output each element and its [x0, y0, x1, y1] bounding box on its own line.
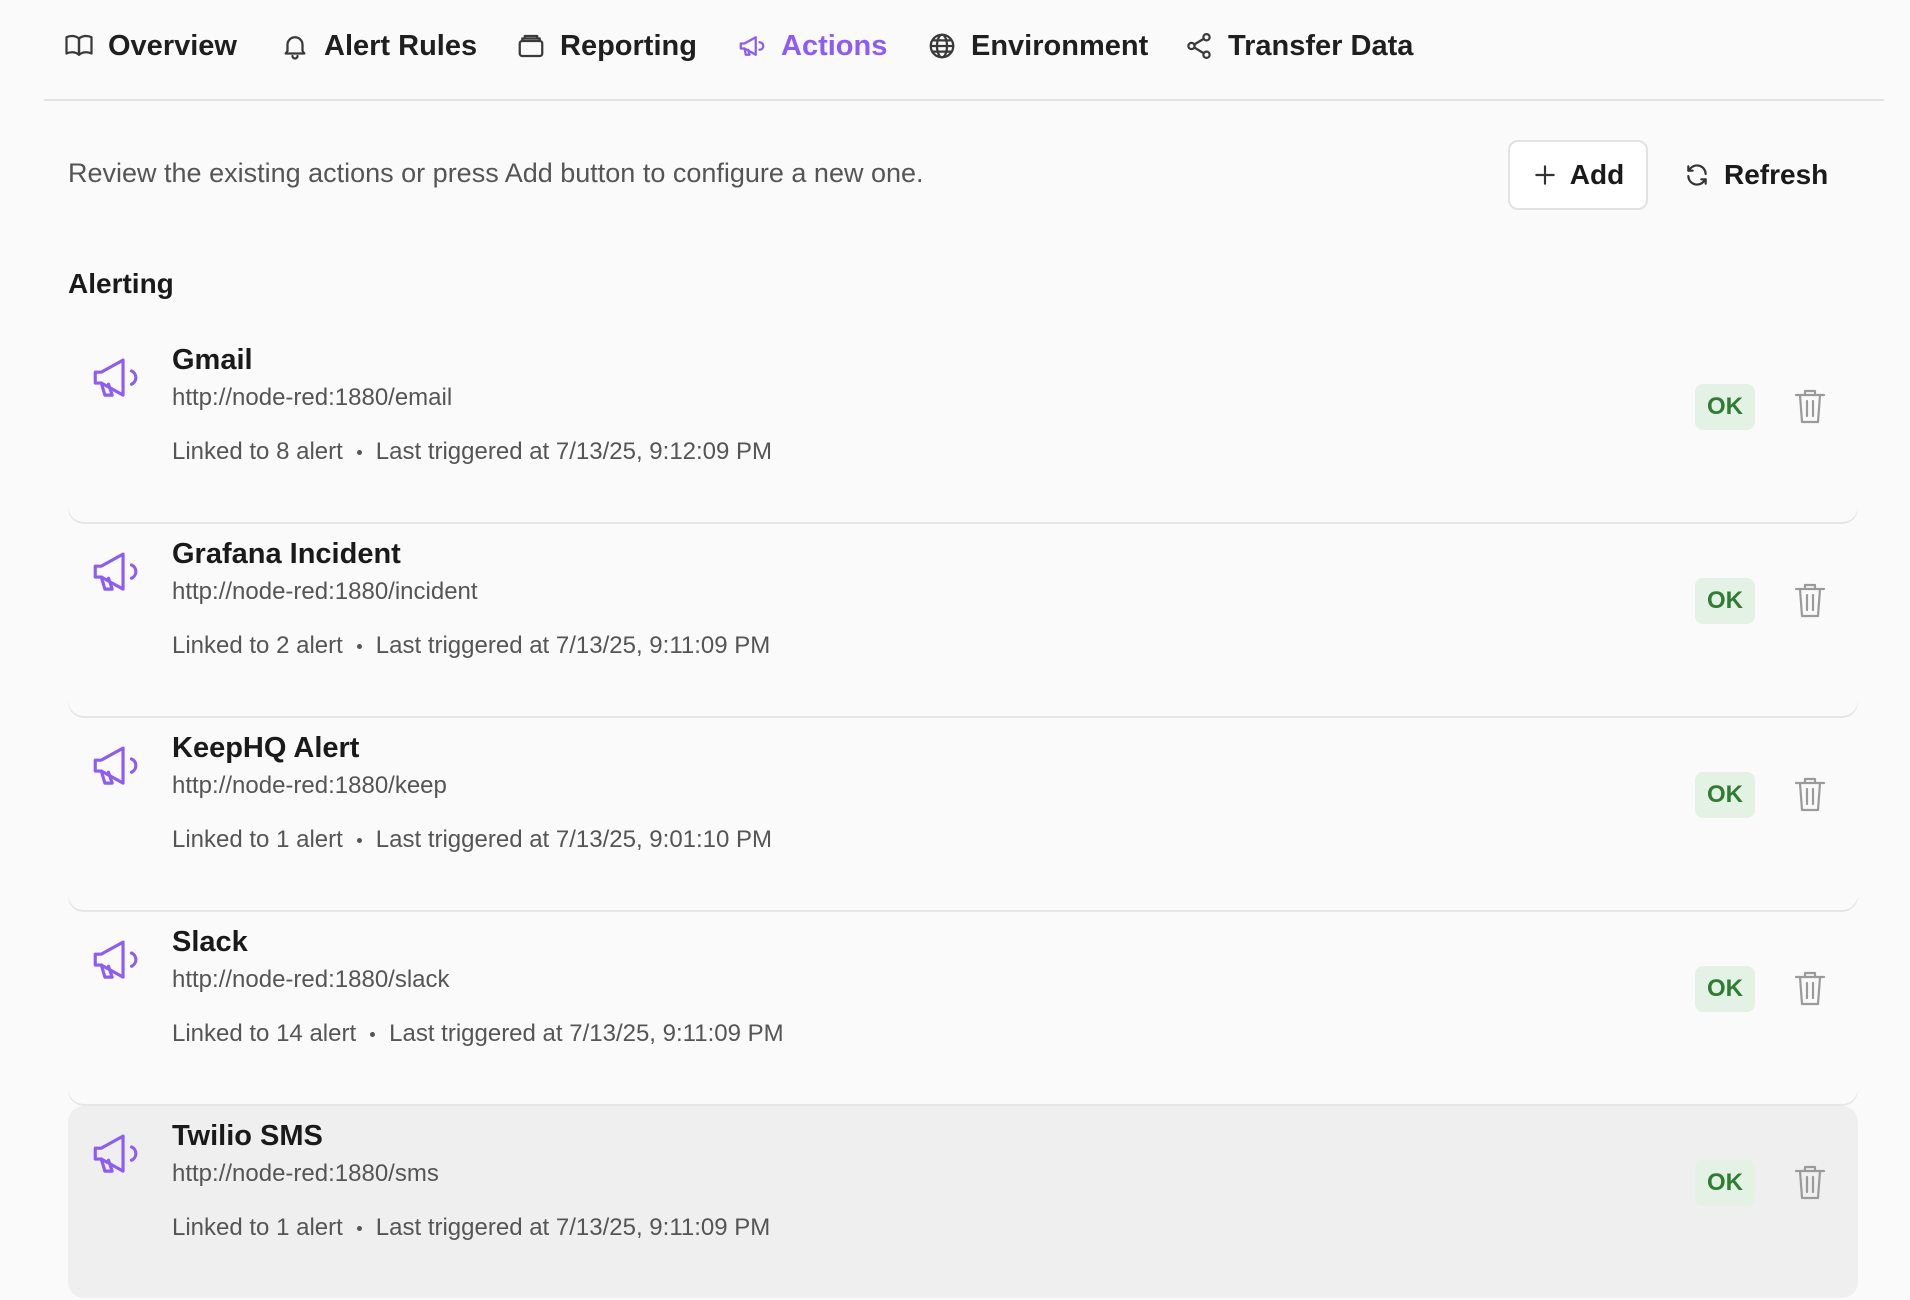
add-button-label: Add	[1569, 159, 1625, 190]
tab-reporting[interactable]: Reporting	[516, 24, 697, 68]
tab-label: Overview	[108, 29, 237, 62]
plus-icon	[1535, 165, 1555, 185]
status-badge: OK	[1695, 578, 1755, 624]
last-triggered: Last triggered at 7/13/25, 9:11:09 PM	[389, 1020, 784, 1047]
refresh-icon	[1687, 164, 1707, 186]
action-url: http://node-red:1880/keep	[172, 772, 447, 799]
separator-dot	[356, 1225, 362, 1231]
tab-label: Actions	[781, 29, 888, 62]
action-meta: Linked to 14 alert Last triggered at 7/1…	[172, 1020, 784, 1048]
tab-environment[interactable]: Environment	[927, 24, 1148, 68]
tab-bar: Overview Alert Rules Reporting Actions E…	[44, 0, 1884, 101]
last-triggered: Last triggered at 7/13/25, 9:12:09 PM	[375, 438, 773, 465]
last-triggered: Last triggered at 7/13/25, 9:11:09 PM	[375, 632, 771, 659]
separator-dot	[370, 1031, 376, 1037]
tab-label: Environment	[971, 29, 1149, 62]
refresh-button[interactable]: Refresh	[1684, 140, 1828, 210]
linked-count: Linked to 8 alert	[172, 438, 343, 465]
separator-dot	[356, 837, 362, 843]
delete-button[interactable]	[1792, 1162, 1828, 1202]
trash-icon	[1794, 389, 1826, 424]
megaphone-icon	[88, 736, 146, 794]
megaphone-icon	[739, 36, 765, 56]
actions-list: Gmail http://node-red:1880/email Linked …	[68, 330, 1858, 1300]
action-url: http://node-red:1880/email	[172, 384, 453, 411]
separator-dot	[356, 449, 362, 455]
megaphone-icon	[88, 1124, 146, 1182]
tab-label: Alert Rules	[324, 29, 478, 62]
linked-count: Linked to 14 alert	[172, 1020, 357, 1047]
delete-button[interactable]	[1792, 968, 1828, 1008]
action-url: http://node-red:1880/incident	[172, 578, 478, 605]
tab-transfer-data[interactable]: Transfer Data	[1184, 24, 1413, 68]
list-item[interactable]: KeepHQ Alert http://node-red:1880/keep L…	[68, 718, 1858, 910]
action-name: Twilio SMS	[172, 1120, 323, 1152]
megaphone-icon	[88, 930, 146, 988]
action-meta: Linked to 1 alert Last triggered at 7/13…	[172, 826, 772, 854]
action-meta: Linked to 2 alert Last triggered at 7/13…	[172, 632, 770, 660]
tab-overview[interactable]: Overview	[64, 24, 237, 68]
linked-count: Linked to 1 alert	[172, 1214, 343, 1241]
tab-actions[interactable]: Actions	[737, 24, 887, 68]
action-name: Grafana Incident	[172, 538, 401, 570]
add-button[interactable]: Add	[1508, 140, 1648, 210]
status-badge: OK	[1695, 1160, 1755, 1206]
archive-icon	[518, 34, 544, 58]
separator-dot	[356, 643, 362, 649]
list-item[interactable]: Grafana Incident http://node-red:1880/in…	[68, 524, 1858, 716]
globe-icon	[929, 33, 955, 59]
status-badge: OK	[1695, 966, 1755, 1012]
tab-alert-rules[interactable]: Alert Rules	[280, 24, 477, 68]
megaphone-icon	[88, 348, 146, 406]
trash-icon	[1794, 1165, 1826, 1200]
list-item[interactable]: Gmail http://node-red:1880/email Linked …	[68, 330, 1858, 522]
last-triggered: Last triggered at 7/13/25, 9:01:10 PM	[375, 826, 773, 853]
linked-count: Linked to 1 alert	[172, 826, 343, 853]
trash-icon	[1794, 583, 1826, 618]
book-icon	[65, 34, 93, 56]
megaphone-icon	[88, 542, 146, 600]
section-title: Alerting	[68, 268, 174, 299]
list-item[interactable]: Slack http://node-red:1880/slack Linked …	[68, 912, 1858, 1104]
refresh-button-label: Refresh	[1724, 159, 1829, 190]
trash-icon	[1794, 971, 1826, 1006]
action-url: http://node-red:1880/sms	[172, 1160, 439, 1187]
action-meta: Linked to 1 alert Last triggered at 7/13…	[172, 1214, 770, 1242]
list-item[interactable]: Twilio SMS http://node-red:1880/sms Link…	[68, 1106, 1858, 1298]
share-icon	[1187, 33, 1211, 59]
status-badge: OK	[1695, 384, 1755, 430]
intro-text: Review the existing actions or press Add…	[68, 158, 924, 188]
delete-button[interactable]	[1792, 386, 1828, 426]
last-triggered: Last triggered at 7/13/25, 9:11:09 PM	[375, 1214, 771, 1241]
status-badge: OK	[1695, 772, 1755, 818]
tab-label: Transfer Data	[1228, 29, 1414, 62]
delete-button[interactable]	[1792, 774, 1828, 814]
linked-count: Linked to 2 alert	[172, 632, 343, 659]
action-name: Gmail	[172, 344, 253, 376]
action-name: Slack	[172, 926, 248, 958]
action-meta: Linked to 8 alert Last triggered at 7/13…	[172, 438, 772, 466]
delete-button[interactable]	[1792, 580, 1828, 620]
trash-icon	[1794, 777, 1826, 812]
action-url: http://node-red:1880/slack	[172, 966, 450, 993]
bell-icon	[284, 36, 306, 60]
tab-label: Reporting	[560, 29, 697, 62]
action-name: KeepHQ Alert	[172, 732, 360, 764]
